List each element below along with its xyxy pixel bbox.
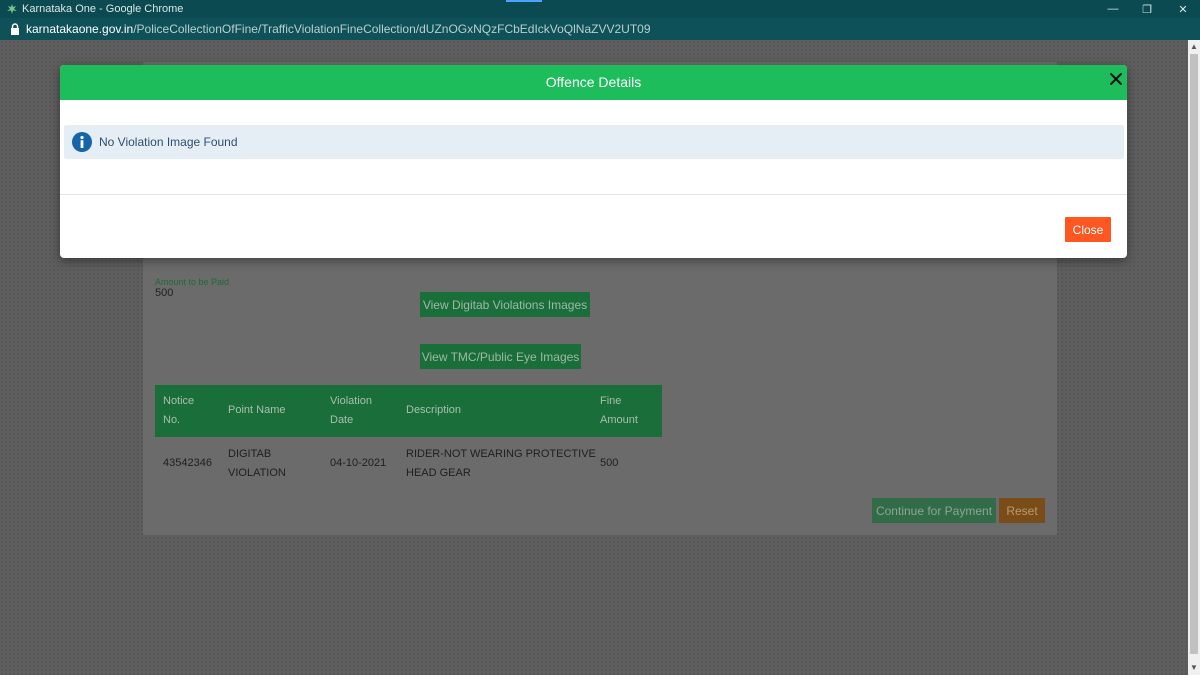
scroll-down-arrow-icon[interactable]: ▼ [1188, 661, 1200, 675]
table-row: 43542346 DIGITAB VIOLATION 04-10-2021 RI… [155, 437, 662, 491]
amount-to-be-paid-label: Amount to be Paid [155, 277, 230, 287]
header-text: No. [163, 414, 181, 426]
violations-table: Notice No. Point Name Violation Date Des… [155, 385, 662, 491]
karnataka-one-app-icon [7, 4, 17, 14]
window-close-button[interactable]: ✕ [1166, 0, 1200, 18]
header-text: Notice [163, 395, 195, 407]
header-text: Amount [600, 414, 638, 426]
header-fine-amount: Fine Amount [600, 392, 638, 430]
modal-divider [60, 194, 1127, 195]
header-description: Description [406, 404, 462, 416]
header-violation-date: Violation Date [330, 392, 372, 430]
window-title: Karnataka One - Google Chrome [22, 3, 184, 15]
cell-text: VIOLATION [228, 467, 286, 479]
address-bar[interactable]: karnatakaone.gov.in/PoliceCollectionOfFi… [0, 18, 1200, 40]
header-notice-no: Notice No. [163, 392, 194, 430]
header-text: Date [330, 414, 354, 426]
lock-icon [11, 23, 19, 35]
close-button[interactable]: Close [1065, 217, 1111, 242]
reset-button[interactable]: Reset [999, 498, 1045, 523]
view-digitab-images-button[interactable]: View Digitab Violations Images [420, 292, 590, 317]
cell-text: HEAD GEAR [406, 467, 471, 479]
cell-notice-no: 43542346 [163, 457, 212, 469]
url-domain: karnatakaone.gov.in [26, 22, 134, 36]
minimize-button[interactable]: — [1096, 0, 1130, 18]
continue-for-payment-button[interactable]: Continue for Payment [872, 498, 996, 523]
info-icon [72, 132, 92, 152]
amount-to-be-paid-value: 500 [155, 287, 174, 299]
cell-text: RIDER-NOT WEARING PROTECTIVE [406, 448, 596, 460]
modal-title: Offence Details [545, 74, 642, 90]
header-text: Fine [600, 395, 622, 407]
modal-header: Offence Details [60, 65, 1127, 100]
table-header: Notice No. Point Name Violation Date Des… [155, 385, 662, 437]
scroll-thumb[interactable] [1190, 54, 1198, 654]
close-icon[interactable] [1108, 71, 1124, 87]
view-tmc-images-button[interactable]: View TMC/Public Eye Images [420, 344, 581, 369]
browser-titlebar: Karnataka One - Google Chrome — ❐ ✕ [0, 0, 1200, 18]
cell-fine-amount: 500 [600, 457, 619, 469]
header-text: Violation [330, 395, 372, 407]
url-text[interactable]: karnatakaone.gov.in/PoliceCollectionOfFi… [26, 22, 651, 36]
offence-details-modal: Offence Details No Violation Image Found… [60, 65, 1127, 258]
cell-text: DIGITAB [228, 448, 272, 460]
restore-button[interactable]: ❐ [1130, 0, 1164, 18]
info-alert: No Violation Image Found [64, 125, 1124, 159]
header-point-name: Point Name [228, 404, 286, 416]
tab-indicator [506, 0, 542, 2]
page-scrollbar[interactable]: ▲ ▼ [1188, 40, 1200, 675]
cell-description: RIDER-NOT WEARING PROTECTIVE HEAD GEAR [406, 445, 596, 483]
scroll-up-arrow-icon[interactable]: ▲ [1188, 40, 1200, 54]
cell-violation-date: 04-10-2021 [330, 457, 387, 469]
url-path: /PoliceCollectionOfFine/TrafficViolation… [133, 22, 651, 36]
cell-point-name: DIGITAB VIOLATION [228, 445, 286, 483]
alert-message: No Violation Image Found [99, 135, 238, 149]
